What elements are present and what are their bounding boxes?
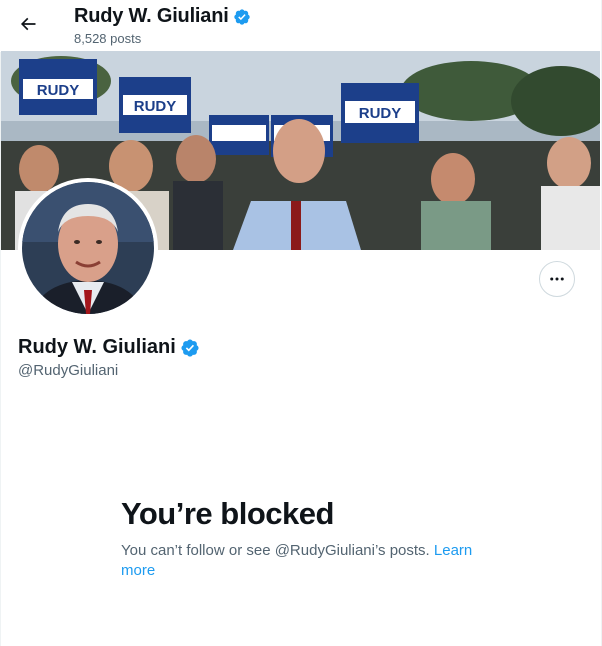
profile-name: Rudy W. Giuliani [18,336,176,358]
more-options-button[interactable] [539,261,575,297]
sign-text: RUDY [134,98,177,115]
header-title: Rudy W. Giuliani [74,5,251,28]
sign-text: RUDY [37,82,80,99]
post-count: 8,528 posts [74,31,142,46]
profile-handle: @RudyGiuliani [18,362,119,379]
back-button[interactable] [12,8,44,40]
verified-badge-icon[interactable] [180,338,200,358]
campaign-sign [209,115,269,155]
campaign-sign: RUDY [341,83,419,143]
profile-name-row: Rudy W. Giuliani [18,336,200,359]
more-horizontal-icon [550,277,564,281]
profile-avatar[interactable] [18,178,158,318]
top-bar: Rudy W. Giuliani 8,528 posts [0,0,600,52]
campaign-sign: RUDY [119,77,191,133]
header-name: Rudy W. Giuliani [74,5,229,27]
verified-badge-icon [233,8,250,25]
sign-text: RUDY [359,105,402,122]
blocked-message-text: You can’t follow or see @RudyGiuliani’s … [121,542,434,559]
blocked-message: You can’t follow or see @RudyGiuliani’s … [121,541,491,581]
campaign-sign: RUDY [19,59,97,115]
arrow-left-icon [20,17,36,31]
blocked-title: You’re blocked [121,496,334,531]
avatar-image [22,182,154,314]
